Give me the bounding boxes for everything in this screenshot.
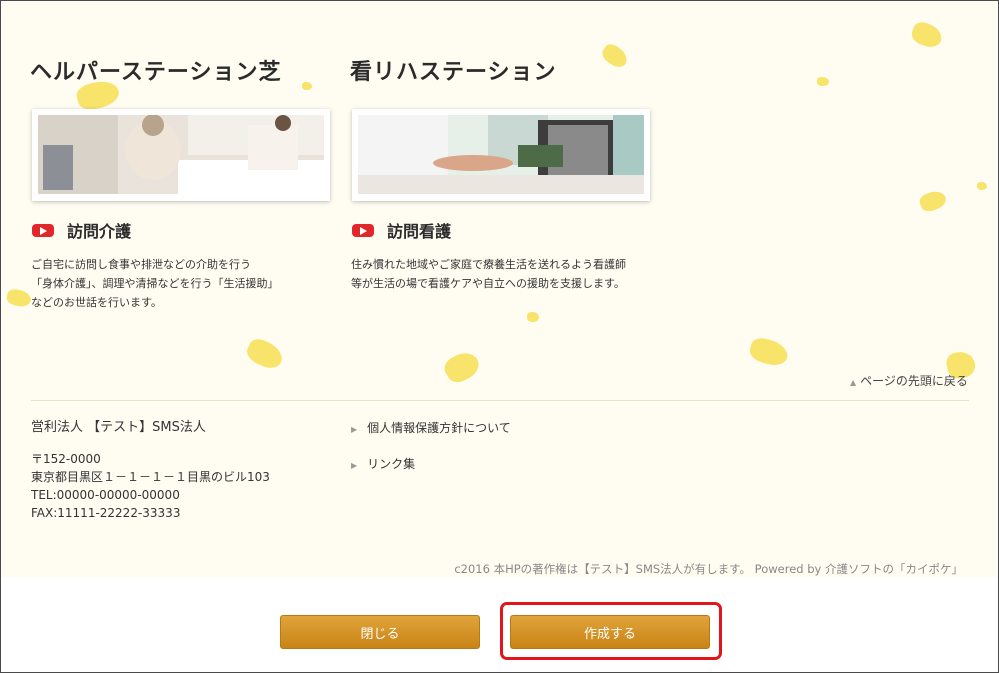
- service-office-title: 看リハステーション: [350, 59, 557, 85]
- service-photo-nursing-image: [358, 115, 644, 194]
- address-line: FAX:11111-22222-33333: [31, 506, 181, 520]
- service-label-visiting-nurse: 訪問看護: [352, 218, 451, 242]
- address-line: 東京都目黒区１－１－１－１目黒のビル103: [31, 470, 270, 484]
- service-photo-helper-image: [38, 115, 324, 194]
- service-label-text: 訪問介護: [67, 222, 132, 241]
- footer-link-label: リンク集: [367, 457, 416, 471]
- service-photo-helper: [32, 109, 330, 201]
- footer-link-label: 個人情報保護方針について: [367, 421, 511, 435]
- decor-flake: [243, 335, 287, 373]
- address-line: TEL:00000-00000-00000: [31, 488, 180, 502]
- decor-flake: [817, 77, 829, 86]
- footer-link-privacy[interactable]: ▶ 個人情報保護方針について: [351, 419, 511, 436]
- site-preview: ヘルパーステーション芝 訪問介護 ご自宅に訪問し食事や排泄などの介助を行う 「身…: [2, 2, 997, 577]
- service-description: 住み慣れた地域やご家庭で療養生活を送れるよう看護師 等が生活の場で看護ケアや自立…: [351, 258, 626, 290]
- decor-flake: [599, 41, 631, 71]
- decor-flake: [302, 82, 312, 90]
- play-icon: [352, 223, 374, 237]
- decor-flake: [527, 312, 539, 322]
- organization-name: 営利法人 【テスト】SMS法人: [31, 420, 206, 435]
- service-label-home-care: 訪問介護: [32, 218, 131, 242]
- address-line: 〒152-0000: [31, 452, 101, 466]
- create-button-highlight: [500, 602, 722, 660]
- page-top-label: ページの先頭に戻る: [860, 374, 968, 388]
- service-description: ご自宅に訪問し食事や排泄などの介助を行う 「身体介護」、調理や清掃などを行う「生…: [31, 258, 279, 309]
- footer-divider: [31, 400, 969, 401]
- decor-flake: [440, 347, 484, 387]
- decor-flake: [917, 188, 949, 214]
- service-label-text: 訪問看護: [387, 222, 452, 241]
- page-top-link[interactable]: ▲ ページの先頭に戻る: [850, 372, 968, 389]
- organization-address: 〒152-0000 東京都目黒区１－１－１－１目黒のビル103 TEL:0000…: [31, 450, 270, 522]
- play-icon: [32, 223, 54, 237]
- decor-flake: [5, 288, 33, 308]
- close-button[interactable]: 閉じる: [280, 615, 480, 649]
- copyright-text: c2016 本HPの著作権は【テスト】SMS法人が有します。 Powered b…: [454, 562, 963, 576]
- service-photo-nursing: [352, 109, 650, 201]
- service-office-title: ヘルパーステーション芝: [30, 59, 282, 85]
- decor-flake: [909, 19, 945, 51]
- triangle-right-icon: ▶: [351, 461, 358, 470]
- footer-link-links[interactable]: ▶ リンク集: [351, 455, 415, 472]
- preview-window: ヘルパーステーション芝 訪問介護 ご自宅に訪問し食事や排泄などの介助を行う 「身…: [0, 0, 999, 673]
- decor-flake: [977, 182, 987, 190]
- triangle-up-icon: ▲: [850, 378, 857, 387]
- decor-flake: [747, 335, 791, 369]
- triangle-right-icon: ▶: [351, 425, 358, 434]
